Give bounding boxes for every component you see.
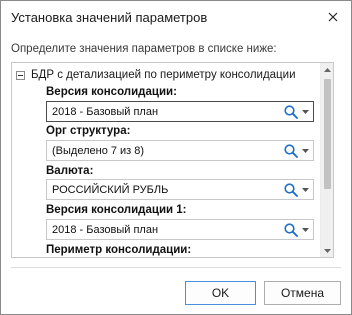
chevron-up-icon — [324, 67, 331, 72]
scroll-down-button[interactable] — [321, 244, 333, 257]
dialog-title: Установка значений параметров — [11, 10, 208, 25]
footer-divider — [11, 267, 341, 268]
collapse-toggle[interactable] — [16, 70, 25, 80]
vertical-scrollbar[interactable] — [320, 63, 333, 257]
field-value: 2018 - Базовый план — [52, 224, 159, 236]
chevron-down-icon — [324, 248, 331, 253]
tree-root-row[interactable]: БДР с детализацией по периметру консолид… — [16, 67, 296, 83]
param-label-consolidation-version: Версия консолидации: — [46, 86, 177, 98]
chevron-down-icon[interactable] — [302, 149, 309, 153]
param-label-consolidation-perimeter: Периметр консолидации: — [46, 244, 192, 256]
ok-button[interactable]: OK — [185, 281, 256, 305]
field-value: РОССИЙСКИЙ РУБЛЬ — [52, 184, 169, 196]
scroll-up-button[interactable] — [321, 63, 333, 76]
chevron-down-icon[interactable] — [302, 228, 309, 232]
instruction-text: Определите значения параметров в списке … — [11, 43, 277, 55]
param-field-currency[interactable]: РОССИЙСКИЙ РУБЛЬ — [46, 179, 314, 200]
parameter-dialog: Установка значений параметров Определите… — [0, 0, 352, 315]
chevron-down-icon[interactable] — [302, 188, 309, 192]
chevron-down-icon[interactable] — [302, 110, 309, 114]
search-icon[interactable] — [283, 143, 299, 159]
tree-root-label: БДР с детализацией по периметру консолид… — [31, 69, 296, 81]
search-icon[interactable] — [283, 182, 299, 198]
search-icon[interactable] — [283, 222, 299, 238]
param-field-consolidation-version[interactable]: 2018 - Базовый план — [46, 101, 314, 122]
close-button[interactable] — [323, 7, 343, 27]
field-value: (Выделено 7 из 8) — [52, 145, 145, 157]
param-field-consolidation-version-1[interactable]: 2018 - Базовый план — [46, 219, 314, 240]
close-icon — [328, 12, 338, 22]
param-label-consolidation-version-1: Версия консолидации 1: — [46, 204, 187, 216]
cancel-button[interactable]: Отмена — [264, 281, 341, 305]
param-label-org-structure: Орг структура: — [46, 125, 131, 137]
title-bar: Установка значений параметров — [1, 1, 351, 33]
field-value: 2018 - Базовый план — [52, 106, 159, 118]
param-label-currency: Валюта: — [46, 165, 94, 177]
search-icon[interactable] — [283, 104, 299, 120]
scrollbar-thumb[interactable] — [324, 79, 331, 189]
param-field-org-structure[interactable]: (Выделено 7 из 8) — [46, 140, 314, 161]
parameters-tree: БДР с детализацией по периметру консолид… — [12, 63, 320, 257]
parameters-panel: БДР с детализацией по периметру консолид… — [11, 62, 334, 258]
